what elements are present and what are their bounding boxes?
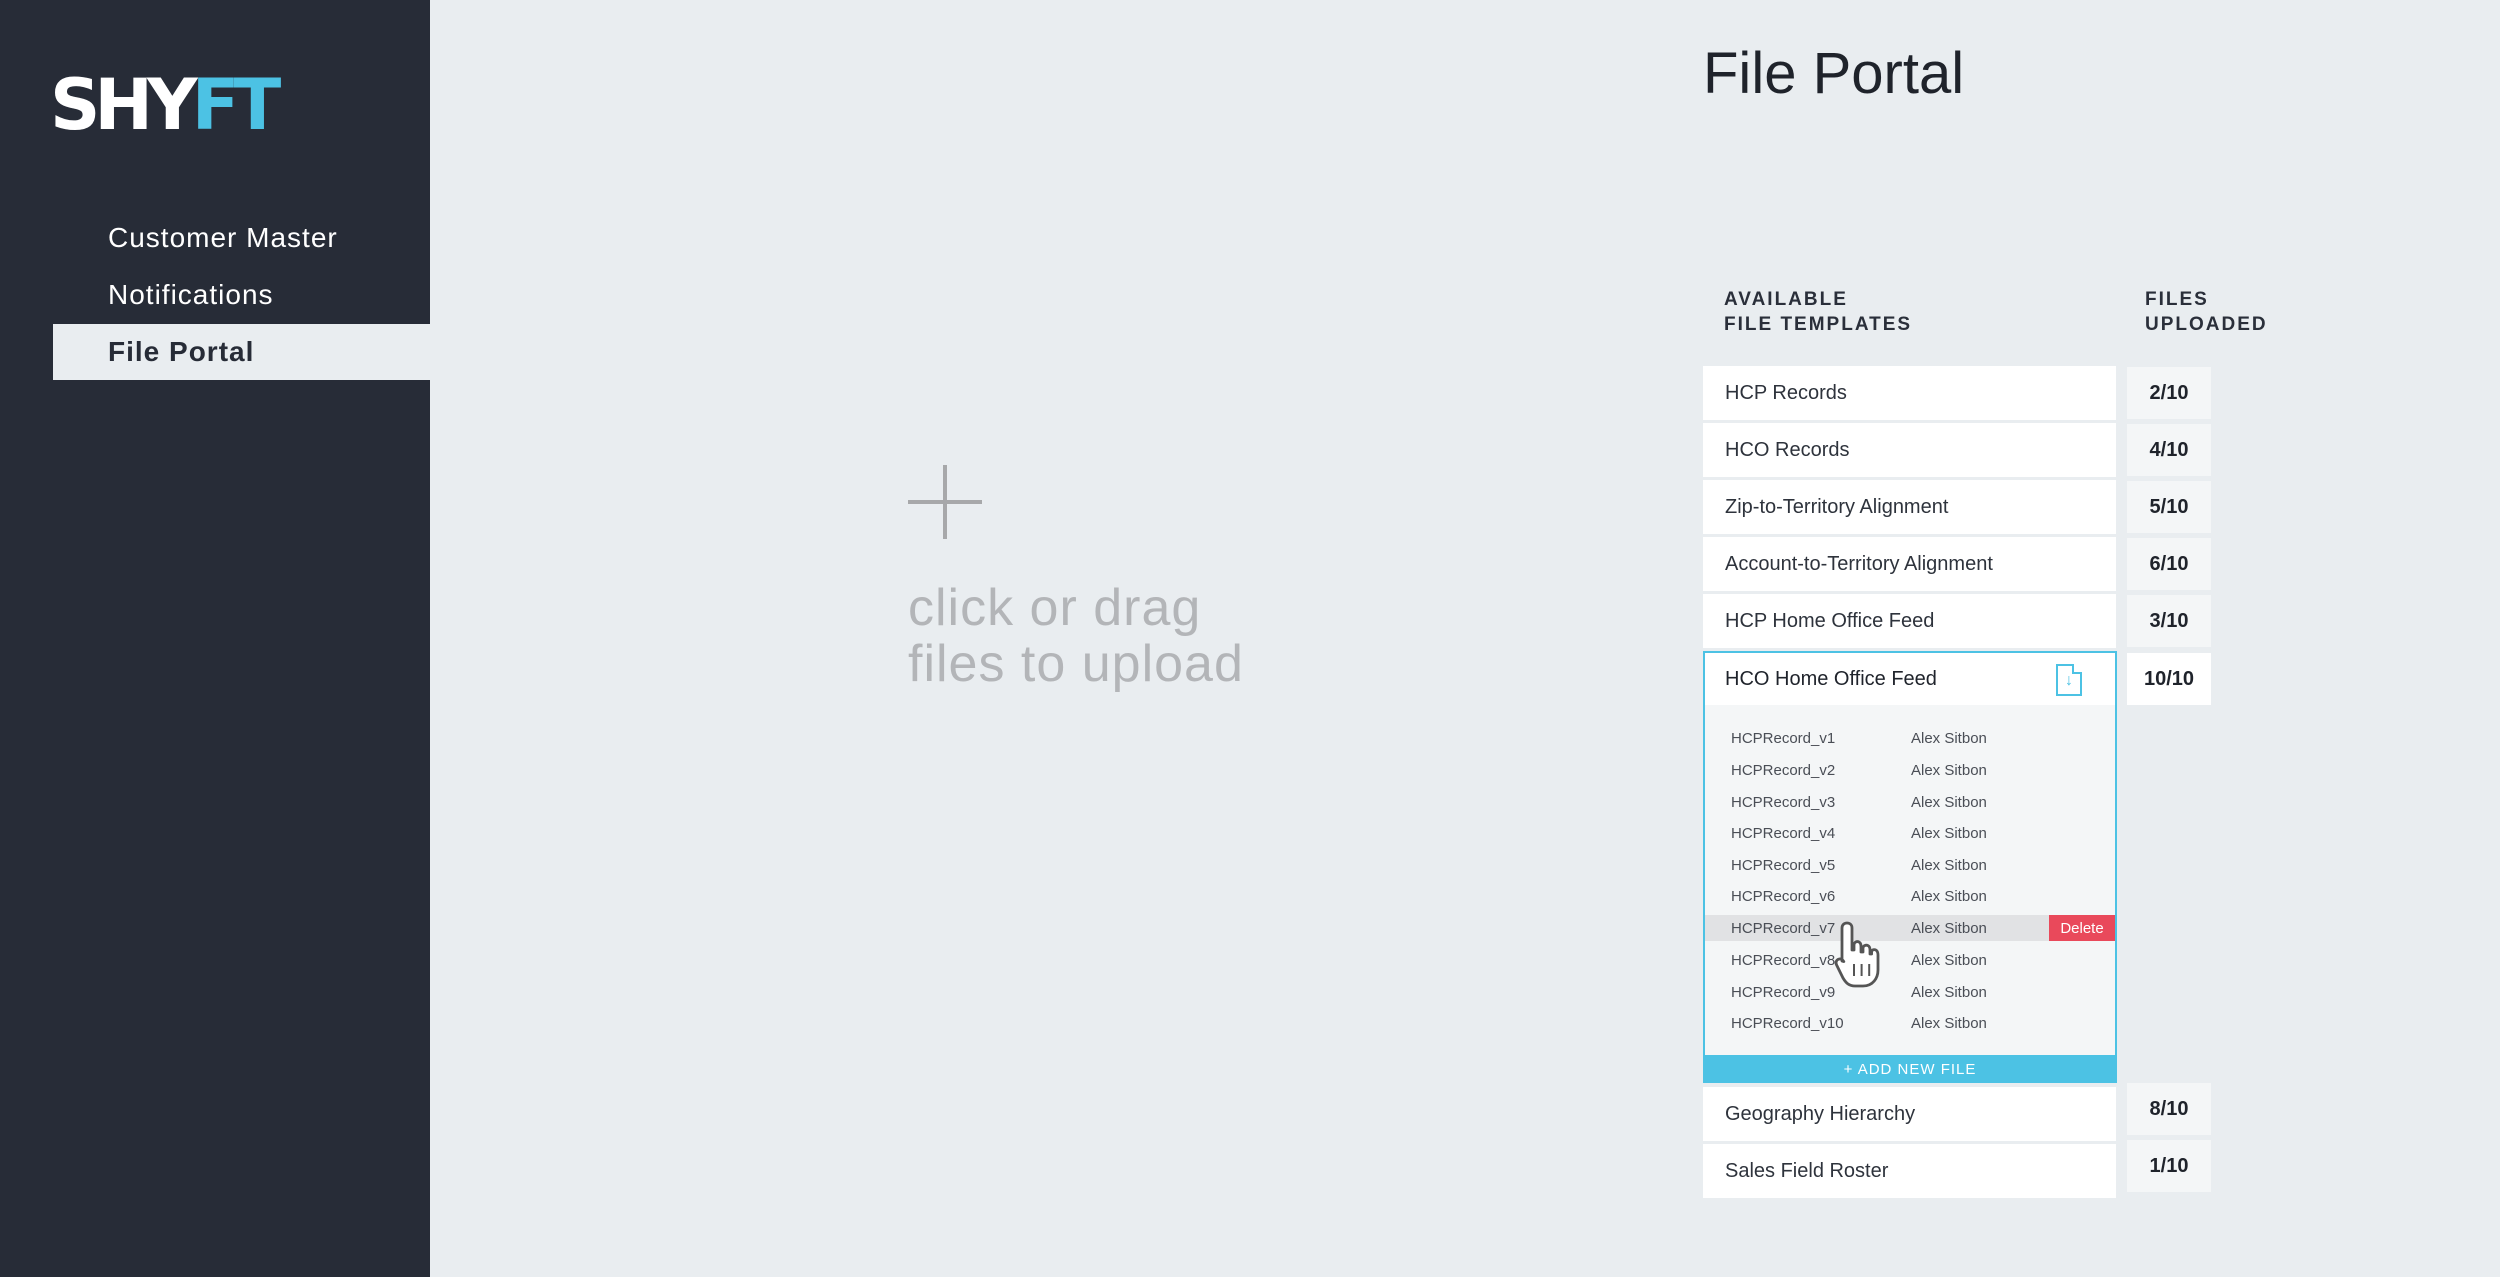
file-name: HCPRecord_v8 — [1731, 951, 1836, 969]
uploaded-count: 6/10 — [2127, 538, 2211, 590]
file-name: HCPRecord_v6 — [1731, 887, 1836, 905]
template-row-account-to-territory[interactable]: Account-to-Territory Alignment — [1703, 537, 2116, 591]
file-row-hovered[interactable]: HCPRecord_v7 Alex Sitbon Delete — [1705, 915, 2115, 941]
file-name: HCPRecord_v5 — [1731, 856, 1836, 874]
file-owner: Alex Sitbon — [1911, 729, 1987, 747]
nav-item-customer-master[interactable]: Customer Master — [0, 210, 430, 266]
uploaded-count: 1/10 — [2127, 1140, 2211, 1192]
uploaded-column-header: FILES UPLOADED — [2145, 287, 2268, 337]
file-name: HCPRecord_v10 — [1731, 1014, 1844, 1032]
file-name: HCPRecord_v1 — [1731, 729, 1836, 747]
file-owner: Alex Sitbon — [1911, 887, 1987, 905]
template-name: HCO Home Office Feed — [1725, 667, 1937, 690]
download-file-icon[interactable]: ↓ — [2056, 664, 2082, 696]
expanded-template-panel: HCO Home Office Feed ↓ HCPRecord_v1 Alex … — [1703, 651, 2117, 1083]
template-row-hcp-home-office-feed[interactable]: HCP Home Office Feed — [1703, 594, 2116, 648]
file-owner: Alex Sitbon — [1911, 951, 1987, 969]
uploaded-count: 5/10 — [2127, 481, 2211, 533]
uploaded-count: 8/10 — [2127, 1083, 2211, 1135]
file-row[interactable]: HCPRecord_v2 Alex Sitbon — [1705, 757, 2115, 783]
template-row-hco-home-office-feed[interactable]: HCO Home Office Feed ↓ — [1705, 653, 2115, 705]
file-row[interactable]: HCPRecord_v6 Alex Sitbon — [1705, 883, 2115, 909]
logo-text-blue: FT — [191, 64, 282, 146]
file-owner: Alex Sitbon — [1911, 793, 1987, 811]
page-title: File Portal — [1703, 41, 1965, 106]
file-owner: Alex Sitbon — [1911, 824, 1987, 842]
file-name: HCPRecord_v2 — [1731, 761, 1836, 779]
template-row-hcp-records[interactable]: HCP Records — [1703, 366, 2116, 420]
file-row[interactable]: HCPRecord_v1 Alex Sitbon — [1705, 725, 2115, 751]
template-row-zip-to-territory[interactable]: Zip-to-Territory Alignment — [1703, 480, 2116, 534]
nav-item-notifications[interactable]: Notifications — [0, 267, 430, 323]
download-arrow-icon: ↓ — [2065, 672, 2073, 689]
file-name: HCPRecord_v7 — [1731, 919, 1836, 937]
uploaded-count: 10/10 — [2127, 653, 2211, 705]
file-row[interactable]: HCPRecord_v5 Alex Sitbon — [1705, 852, 2115, 878]
templates-header-line1: AVAILABLE — [1724, 289, 1848, 310]
file-row[interactable]: HCPRecord_v10 Alex Sitbon — [1705, 1010, 2115, 1036]
templates-column-header: AVAILABLE FILE TEMPLATES — [1724, 287, 1912, 337]
uploaded-count: 3/10 — [2127, 595, 2211, 647]
templates-header-line2: FILE TEMPLATES — [1724, 314, 1913, 335]
plus-icon — [908, 465, 982, 539]
file-row[interactable]: HCPRecord_v9 Alex Sitbon — [1705, 979, 2115, 1005]
nav-item-file-portal[interactable]: File Portal — [53, 324, 430, 380]
delete-button[interactable]: Delete — [2049, 915, 2115, 941]
file-owner: Alex Sitbon — [1911, 761, 1987, 779]
file-owner: Alex Sitbon — [1911, 983, 1987, 1001]
file-name: HCPRecord_v9 — [1731, 983, 1836, 1001]
template-row-geography-hierarchy[interactable]: Geography Hierarchy — [1703, 1087, 2116, 1141]
template-row-hco-records[interactable]: HCO Records — [1703, 423, 2116, 477]
template-row-sales-field-roster[interactable]: Sales Field Roster — [1703, 1144, 2116, 1198]
file-row[interactable]: HCPRecord_v3 Alex Sitbon — [1705, 789, 2115, 815]
add-new-file-button[interactable]: + ADD NEW FILE — [1703, 1055, 2117, 1083]
file-row[interactable]: HCPRecord_v8 Alex Sitbon — [1705, 947, 2115, 973]
file-owner: Alex Sitbon — [1911, 856, 1987, 874]
upload-dropzone[interactable]: click or drag files to upload — [900, 460, 1350, 710]
file-name: HCPRecord_v3 — [1731, 793, 1836, 811]
uploaded-header-line2: UPLOADED — [2145, 314, 2268, 335]
uploaded-count: 2/10 — [2127, 367, 2211, 419]
shyft-logo[interactable]: SHY FT — [50, 64, 282, 146]
sidebar: SHY FT Customer Master Notifications File… — [0, 0, 430, 1277]
upload-instructions: click or drag files to upload — [908, 580, 1244, 692]
file-row[interactable]: HCPRecord_v4 Alex Sitbon — [1705, 820, 2115, 846]
file-owner: Alex Sitbon — [1911, 919, 1987, 937]
hand-pointer-cursor-icon — [1834, 921, 1880, 988]
file-name: HCPRecord_v4 — [1731, 824, 1836, 842]
uploaded-count: 4/10 — [2127, 424, 2211, 476]
uploaded-header-line1: FILES — [2145, 289, 2209, 310]
file-owner: Alex Sitbon — [1911, 1014, 1987, 1032]
upload-text-line2: files to upload — [908, 635, 1244, 693]
upload-text-line1: click or drag — [908, 579, 1202, 637]
logo-text-white: SHY — [50, 64, 198, 146]
